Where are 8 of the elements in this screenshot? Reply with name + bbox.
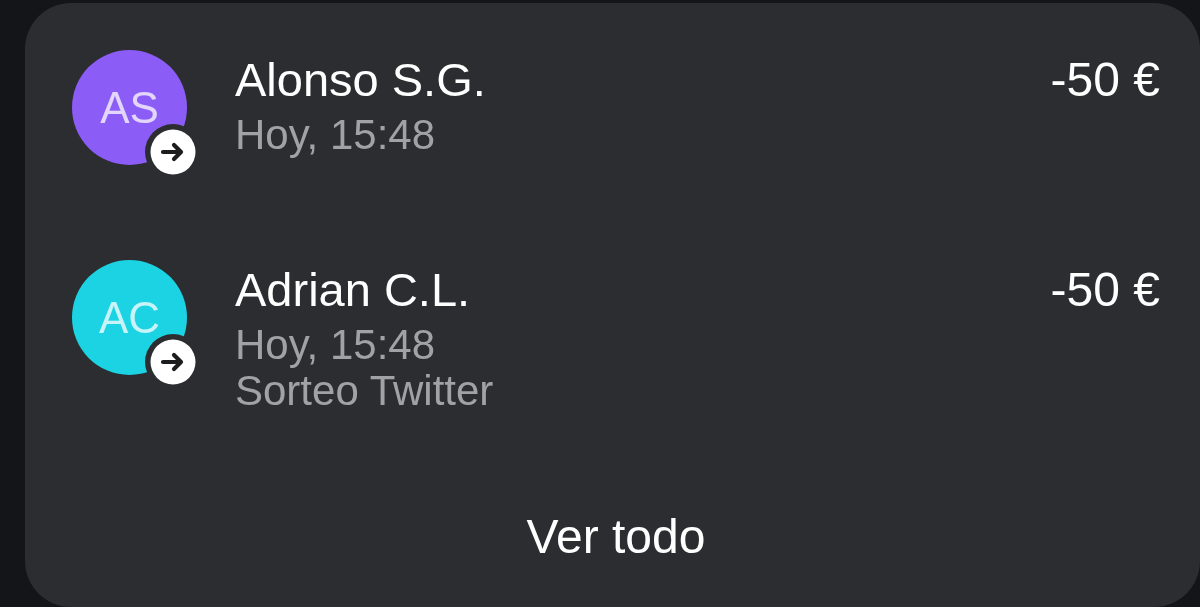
transaction-amount: -50 € [1050,56,1160,104]
transaction-time: Hoy, 15:48 [235,112,435,158]
transaction-time: Hoy, 15:48 [235,322,435,368]
transaction-note: Sorteo Twitter [235,368,494,414]
view-all-button[interactable]: Ver todo [522,512,710,562]
transaction-amount: -50 € [1050,266,1160,314]
contact-name: Adrian C.L. [235,266,471,314]
contact-name: Alonso S.G. [235,56,486,104]
